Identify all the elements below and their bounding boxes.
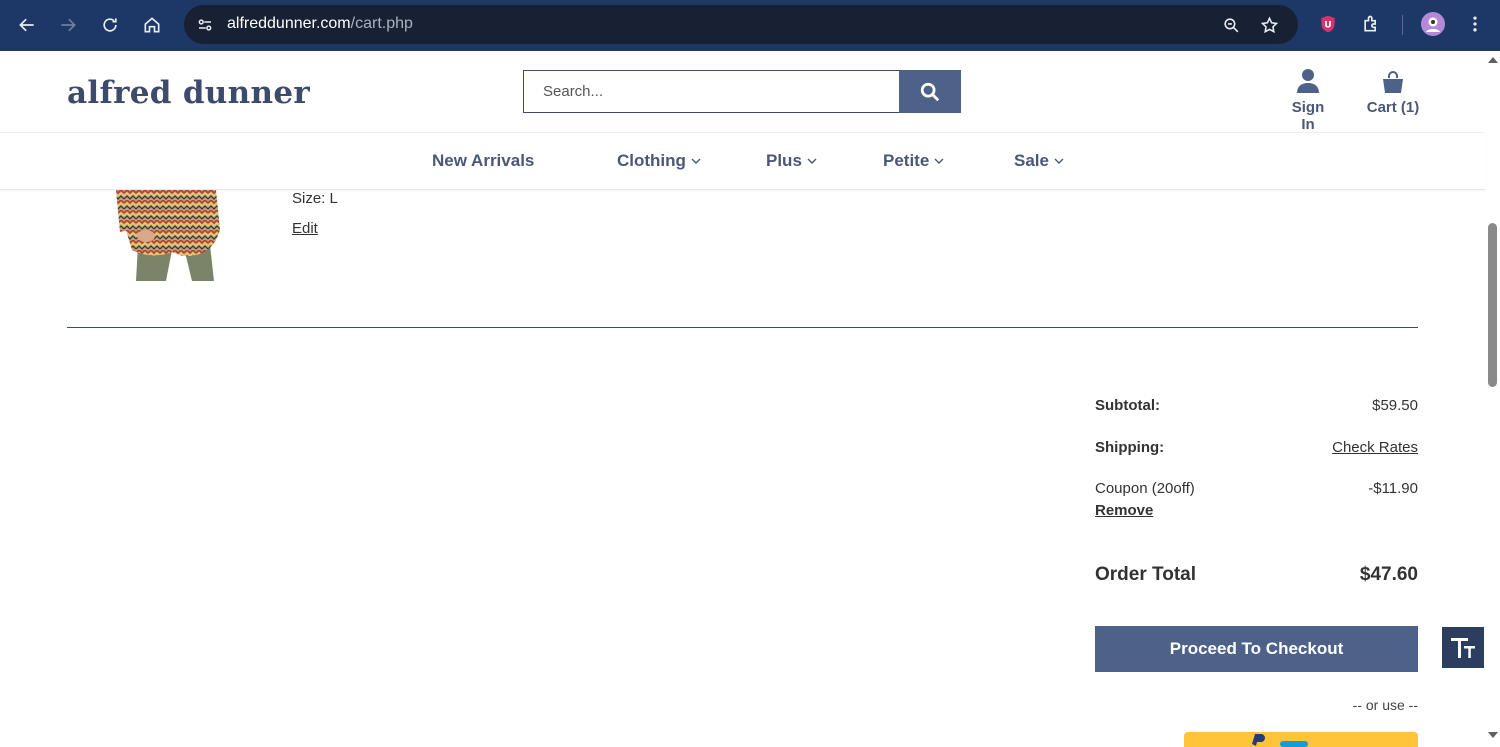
site-header: alfred dunner Search... Sign In Cart (1) <box>0 51 1485 133</box>
main-nav: New Arrivals Clothing Plus Petite Sale <box>0 133 1485 190</box>
scrollbar-thumb[interactable] <box>1488 223 1497 387</box>
nav-label: New Arrivals <box>432 151 535 170</box>
user-icon <box>1285 66 1331 94</box>
subtotal-value: $59.50 <box>1372 397 1418 414</box>
item-size: Size: L <box>292 190 338 207</box>
remove-coupon-link[interactable]: Remove <box>1095 502 1153 519</box>
nav-clothing[interactable]: Clothing <box>617 151 701 171</box>
search-button[interactable] <box>899 70 961 113</box>
shipping-label: Shipping: <box>1095 439 1165 456</box>
shopping-bag-icon <box>1366 66 1420 94</box>
page-scrollbar[interactable] <box>1485 51 1500 747</box>
check-rates-link[interactable]: Check Rates <box>1332 439 1418 456</box>
cart-label: Cart (1) <box>1366 99 1420 116</box>
address-bar[interactable]: alfreddunner.com/cart.php <box>184 5 1298 44</box>
subtotal-label: Subtotal: <box>1095 397 1160 414</box>
chevron-down-icon <box>807 158 817 164</box>
chevron-down-icon <box>934 158 944 164</box>
reload-icon[interactable] <box>94 9 126 41</box>
paypal-logo-icon <box>1252 734 1308 747</box>
edit-item-link[interactable]: Edit <box>292 220 318 237</box>
nav-label: Sale <box>1014 151 1049 170</box>
home-icon[interactable] <box>136 9 168 41</box>
scroll-down-icon[interactable] <box>1488 732 1498 738</box>
forward-icon[interactable] <box>52 9 84 41</box>
brand-logo[interactable]: alfred dunner <box>67 75 310 111</box>
proceed-to-checkout-button[interactable]: Proceed To Checkout <box>1095 626 1418 672</box>
cart-link[interactable]: Cart (1) <box>1366 66 1420 116</box>
nav-petite[interactable]: Petite <box>883 151 944 171</box>
scroll-up-icon[interactable] <box>1488 57 1498 63</box>
browser-toolbar: alfreddunner.com/cart.php U <box>0 0 1500 51</box>
nav-label: Clothing <box>617 151 686 170</box>
chevron-down-icon <box>1054 158 1064 164</box>
product-image[interactable] <box>112 190 224 281</box>
nav-label: Plus <box>766 151 802 170</box>
sign-in-label: Sign In <box>1291 99 1325 133</box>
text-size-button[interactable] <box>1442 627 1484 668</box>
or-use-text: -- or use -- <box>1352 697 1418 713</box>
nav-sale[interactable]: Sale <box>1014 151 1064 171</box>
search-icon <box>920 82 940 101</box>
chevron-down-icon <box>691 158 701 164</box>
order-total-value: $47.60 <box>1359 564 1418 585</box>
sign-in-link[interactable]: Sign In <box>1285 66 1331 133</box>
toolbar-divider <box>1402 15 1403 35</box>
nav-new-arrivals[interactable]: New Arrivals <box>432 151 534 171</box>
browser-menu-icon[interactable] <box>1463 12 1487 36</box>
back-icon[interactable] <box>11 9 43 41</box>
zoom-icon[interactable] <box>1220 14 1242 36</box>
profile-avatar-icon[interactable] <box>1421 12 1445 36</box>
extensions-puzzle-icon[interactable] <box>1359 12 1383 36</box>
text-size-icon <box>1451 637 1475 658</box>
paypal-button[interactable] <box>1184 732 1418 747</box>
nav-label: Petite <box>883 151 930 170</box>
shield-extension-icon[interactable]: U <box>1316 12 1340 36</box>
nav-plus[interactable]: Plus <box>766 151 817 171</box>
search-input[interactable]: Search... <box>523 70 900 113</box>
coupon-value: -$11.90 <box>1368 480 1418 497</box>
url-text: alfreddunner.com/cart.php <box>227 15 413 32</box>
bookmark-star-icon[interactable] <box>1258 14 1280 36</box>
coupon-label: Coupon (20off) <box>1095 480 1195 497</box>
cart-divider <box>67 327 1418 328</box>
order-total-label: Order Total <box>1095 564 1196 585</box>
svg-text:U: U <box>1324 19 1331 30</box>
site-settings-icon[interactable] <box>194 14 216 36</box>
